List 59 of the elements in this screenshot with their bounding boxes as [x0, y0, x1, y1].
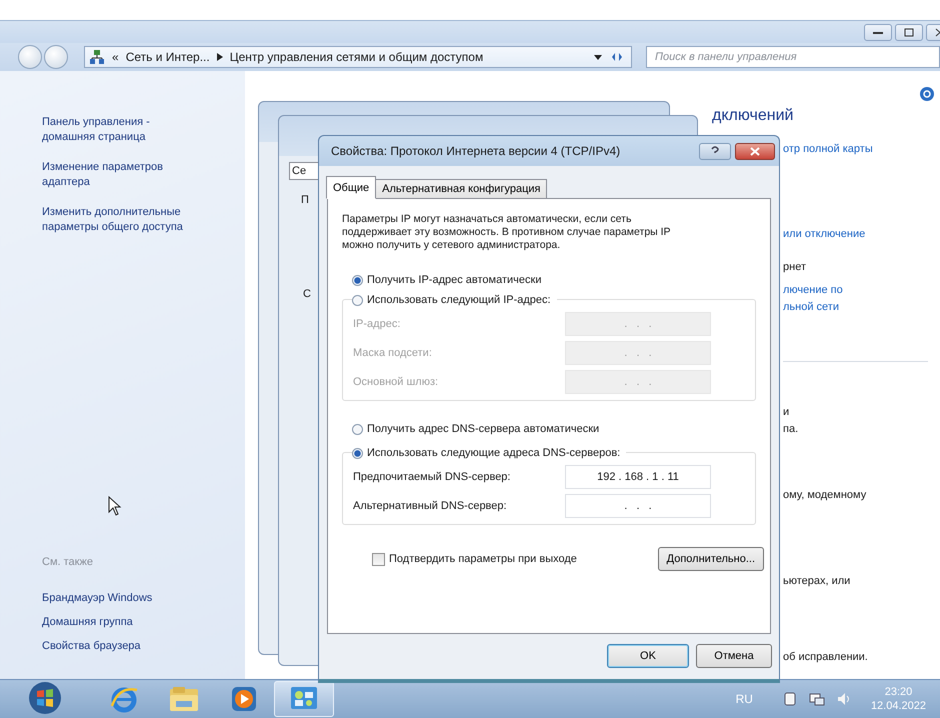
radio-option[interactable]: Использовать следующий IP-адрес:: [352, 294, 557, 306]
sidebar-link[interactable]: Изменить дополнительные параметры общего доступа: [42, 205, 200, 235]
tab[interactable]: Общие: [326, 176, 376, 199]
paragraph: ому, модемному: [783, 488, 866, 503]
help-button[interactable]: [699, 142, 731, 160]
tray-icon[interactable]: [782, 692, 797, 706]
cancel-button[interactable]: Отмена: [696, 644, 772, 668]
media-player-icon: [230, 685, 258, 713]
paragraph: и па.: [783, 405, 798, 437]
sidebar-link[interactable]: Брандмауэр Windows: [42, 592, 152, 604]
field-label: С: [303, 288, 311, 300]
radio-option[interactable]: Использовать следующие адреса DNS-серверов:: [352, 447, 626, 459]
dialog-title: Свойства: Протокол Интернета версии 4 (TCP/IPv4): [331, 144, 622, 158]
mouse-pointer-icon: [108, 496, 122, 516]
ip-address-field[interactable]: . . .: [565, 494, 711, 518]
network-icon: [89, 49, 105, 65]
question-icon: [711, 146, 719, 156]
overflow-marker[interactable]: «: [112, 50, 119, 64]
chevron-icon: [216, 53, 223, 61]
taskbar-button[interactable]: [274, 681, 334, 717]
help-icon[interactable]: [920, 87, 934, 101]
dropdown-icon[interactable]: [594, 54, 602, 60]
breadcrumb[interactable]: Сеть и Интер...: [126, 50, 210, 64]
sidebar-link[interactable]: Свойства браузера: [42, 640, 141, 652]
link[interactable]: лючение по льной сети: [783, 282, 843, 316]
ok-button[interactable]: OK: [607, 644, 689, 668]
folder-icon: [168, 685, 200, 713]
checkbox-option[interactable]: Подтвердить параметры при выходе: [372, 552, 577, 566]
paragraph: ьютерах, или: [783, 574, 850, 589]
maximize-icon: [904, 28, 914, 36]
ip-address-field[interactable]: 192 . 168 . 1 . 11: [565, 465, 711, 489]
advanced-button[interactable]: Дополнительно...: [658, 547, 764, 571]
link[interactable]: отр полной карты: [783, 141, 873, 158]
section-heading: дключений: [712, 107, 794, 124]
tab[interactable]: Се: [289, 162, 321, 180]
sidebar-link[interactable]: Домашняя группа: [42, 616, 133, 628]
field-label: Основной шлюз:: [353, 376, 438, 388]
sidebar-link[interactable]: Изменение параметров адаптера: [42, 160, 200, 190]
maximize-button[interactable]: [895, 24, 923, 40]
paragraph: об исправлении.: [783, 650, 868, 665]
breadcrumb[interactable]: Центр управления сетями и общим доступом: [230, 50, 484, 64]
minimize-icon: [873, 30, 883, 34]
field-label: П: [301, 194, 309, 206]
tab[interactable]: Альтернативная конфигурация: [375, 179, 548, 199]
paragraph: рнет: [783, 260, 806, 275]
close-icon: [750, 146, 760, 156]
sidebar-link[interactable]: Панель управления - домашняя страница: [42, 115, 200, 145]
search-field[interactable]: Поиск в панели управления: [646, 46, 940, 68]
field-label: Альтернативный DNS-сервер:: [353, 500, 507, 512]
address-bar[interactable]: « Сеть и Интер... Центр управления сетями и общим доступом: [84, 46, 632, 68]
field-label: Предпочитаемый DNS-сервер:: [353, 471, 510, 483]
section-label: См. также: [42, 556, 93, 568]
field-label: IP-адрес:: [353, 318, 400, 330]
field-label: Маска подсети:: [353, 347, 432, 359]
close-button[interactable]: [735, 142, 775, 160]
link[interactable]: или отключение: [783, 226, 866, 243]
description: Параметры IP могут назначаться автоматически, если сеть поддерживает эту возможность. В противном случае параметры IP можно получить у сетевого администратора.: [342, 213, 672, 252]
minimize-button[interactable]: [864, 24, 892, 40]
network-tray-icon[interactable]: [808, 692, 825, 706]
